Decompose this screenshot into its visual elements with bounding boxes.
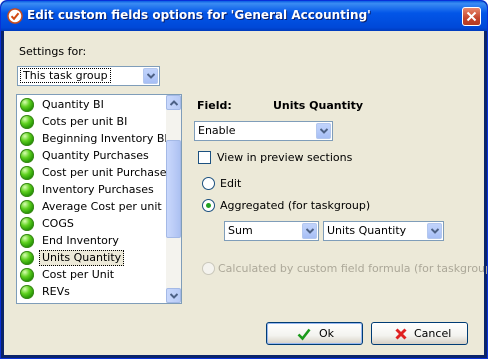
list-item-label: Inventory Purchases: [42, 183, 154, 196]
green-ball-icon: [20, 251, 34, 265]
green-ball-icon: [20, 132, 34, 146]
green-ball-icon: [20, 98, 34, 112]
list-item-label: Quantity Purchases: [42, 149, 149, 162]
title-bar[interactable]: Edit custom fields options for 'General …: [1, 1, 487, 31]
aggregation-field-value: Units Quantity: [327, 224, 407, 237]
aggregation-function-select[interactable]: Sum: [224, 221, 319, 241]
view-in-preview-label: View in preview sections: [217, 151, 353, 164]
list-item-label: Average Cost per unit: [42, 200, 162, 213]
chevron-down-icon: [170, 293, 178, 299]
field-mode-dropdown-button[interactable]: [316, 123, 331, 139]
list-item-label: Cost per unit Purchases: [42, 166, 173, 179]
list-scrollbar[interactable]: [166, 95, 181, 303]
close-button[interactable]: [462, 7, 481, 26]
list-item[interactable]: REVs: [18, 284, 166, 300]
aggregation-function-value: Sum: [228, 224, 253, 237]
list-item[interactable]: Quantity BI: [18, 97, 166, 113]
custom-fields-list[interactable]: REVs Cost per Unit Units Quantity End Inven…: [16, 94, 182, 304]
aggregated-radio-label: Aggregated (for taskgroup): [220, 199, 371, 212]
green-ball-icon: [20, 285, 34, 299]
dialog-window: Edit custom fields options for 'General …: [0, 0, 488, 359]
green-ball-icon: [20, 115, 34, 129]
list-item-label: End Inventory: [42, 234, 119, 247]
chevron-down-icon: [431, 228, 439, 234]
check-badge-icon: [7, 8, 23, 24]
list-item[interactable]: Units Quantity: [18, 250, 166, 266]
formula-radio-label: Calculated by custom field formula (for …: [218, 262, 488, 275]
green-ball-icon: [20, 268, 34, 282]
list-item[interactable]: Average Cost per unit: [18, 199, 166, 215]
checkmark-icon: [297, 328, 311, 341]
list-item-label: Units Quantity: [39, 250, 125, 266]
list-item-label: COGS: [42, 217, 74, 230]
formula-radio[interactable]: [202, 262, 215, 275]
aggregation-field-dropdown-button[interactable]: [427, 223, 442, 239]
green-ball-icon: [20, 166, 34, 180]
field-label: Field:: [197, 99, 232, 112]
list-item[interactable]: COGS: [18, 216, 166, 232]
green-ball-icon: [20, 183, 34, 197]
chevron-down-icon: [306, 228, 314, 234]
cancel-label: Cancel: [414, 327, 452, 340]
list-item-label: Quantity BI: [42, 98, 104, 111]
list-item-label: Beginning Inventory BI: [42, 132, 168, 145]
green-ball-icon: [20, 217, 34, 231]
field-mode-select[interactable]: Enable: [194, 121, 333, 141]
list-item-label: Cots per unit BI: [42, 115, 128, 128]
edit-radio[interactable]: [202, 177, 215, 190]
chevron-down-icon: [320, 128, 328, 134]
cancel-button[interactable]: Cancel: [371, 322, 468, 345]
aggregated-radio[interactable]: [202, 199, 215, 212]
close-icon: [466, 11, 477, 22]
scroll-thumb[interactable]: [166, 140, 181, 238]
aggregation-field-select[interactable]: Units Quantity: [323, 221, 444, 241]
cross-icon: [395, 328, 407, 340]
window-title: Edit custom fields options for 'General …: [27, 8, 371, 22]
ok-button[interactable]: Ok: [266, 322, 363, 345]
field-mode-value: Enable: [198, 124, 236, 137]
list-item[interactable]: Inventory Purchases: [18, 182, 166, 198]
list-item[interactable]: Cost per unit Purchases: [18, 165, 172, 181]
list-item[interactable]: End Inventory: [18, 233, 166, 249]
chevron-up-icon: [170, 100, 178, 106]
list-item-label: Cost per Unit: [42, 268, 115, 281]
settings-for-select[interactable]: This task group: [17, 66, 160, 86]
settings-for-dropdown-button[interactable]: [143, 68, 158, 84]
scroll-up-button[interactable]: [166, 95, 181, 110]
list-item[interactable]: Quantity Purchases: [18, 148, 166, 164]
green-ball-icon: [20, 149, 34, 163]
aggregation-function-dropdown-button[interactable]: [302, 223, 317, 239]
chevron-down-icon: [147, 73, 155, 79]
dialog-body: Settings for: This task group REVs Cost p…: [4, 31, 487, 355]
ok-label: Ok: [319, 327, 335, 340]
edit-radio-label: Edit: [220, 177, 242, 190]
scroll-down-button[interactable]: [166, 288, 181, 303]
view-in-preview-checkbox[interactable]: [198, 151, 211, 164]
field-name: Units Quantity: [273, 99, 364, 112]
green-ball-icon: [20, 234, 34, 248]
list-item-label: REVs: [42, 285, 70, 298]
green-ball-icon: [20, 200, 34, 214]
settings-for-value: This task group: [20, 68, 111, 83]
list-item[interactable]: Cost per Unit: [18, 267, 166, 283]
list-item[interactable]: Beginning Inventory BI: [18, 131, 168, 147]
list-item[interactable]: Cots per unit BI: [18, 114, 166, 130]
settings-for-label: Settings for:: [19, 45, 87, 58]
